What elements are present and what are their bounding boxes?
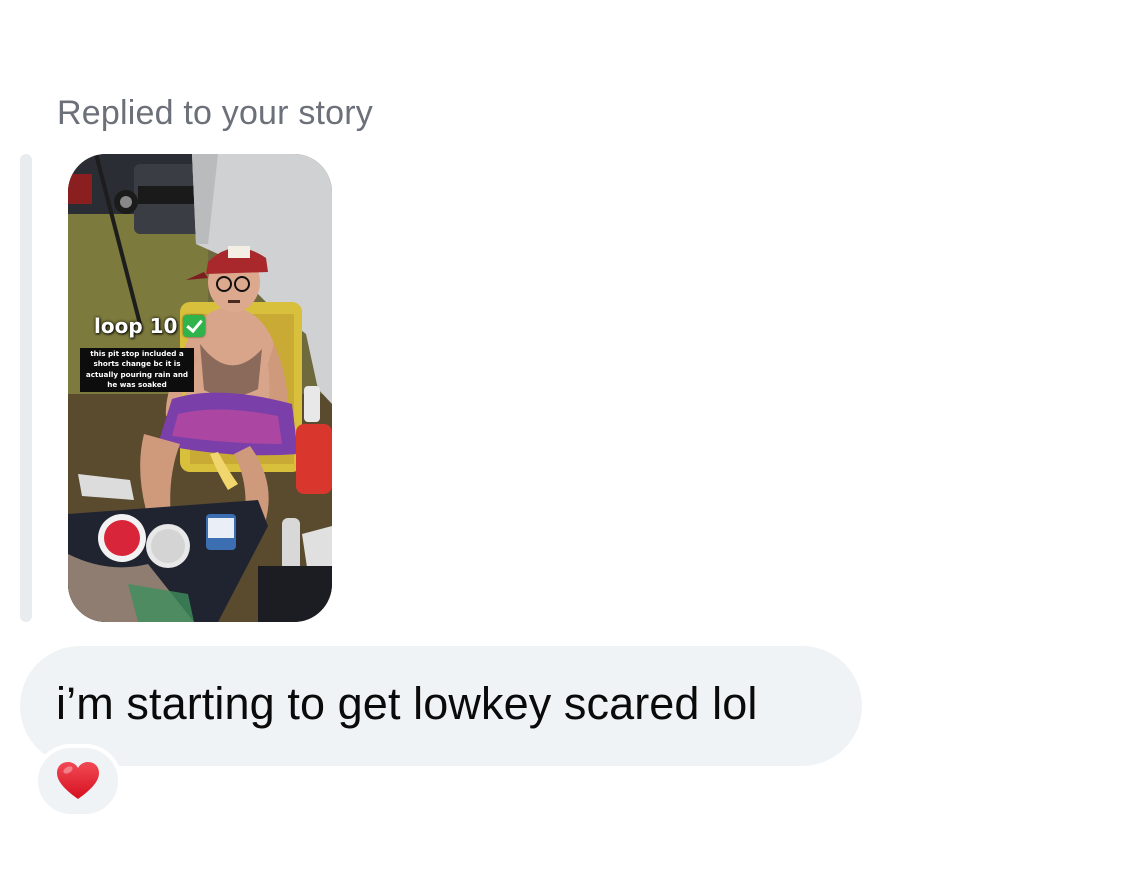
check-mark-button-icon <box>183 315 206 337</box>
reply-context-label: Replied to your story <box>57 94 374 132</box>
story-overlay-title-text: loop 10 <box>94 314 178 338</box>
story-overlay-caption: this pit stop included a shorts change b… <box>80 348 194 392</box>
reply-indicator-bar <box>20 154 32 622</box>
red-heart-icon <box>57 762 99 799</box>
story-overlay-title: loop 10 <box>94 314 206 338</box>
message-reaction[interactable] <box>34 744 122 818</box>
story-thumbnail[interactable]: loop 10 this pit stop included a shorts … <box>68 154 332 622</box>
message-bubble[interactable]: i’m starting to get lowkey scared lol <box>20 646 862 766</box>
message-text: i’m starting to get lowkey scared lol <box>56 678 758 729</box>
